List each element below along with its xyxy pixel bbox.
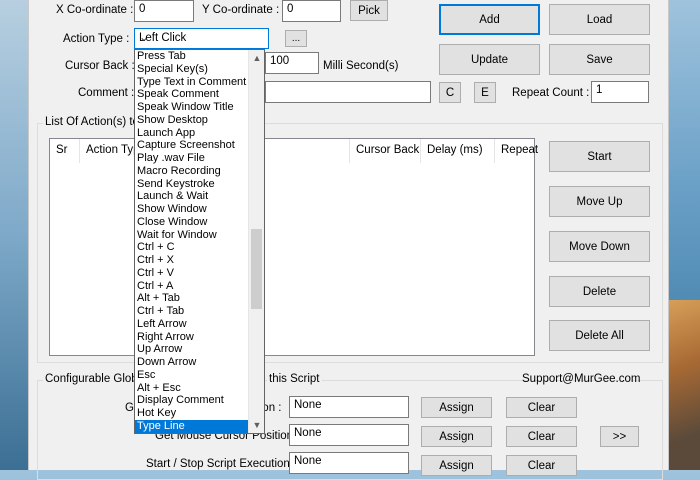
action-type-select[interactable]: Left Click ⌄ [134,28,269,49]
global-hotkeys-group-label-tail: this Script [267,373,322,385]
dropdown-option[interactable]: Speak Comment [135,88,249,101]
global-hotkeys-group-label: Configurable Globa [43,373,147,385]
dropdown-option[interactable]: Ctrl + C [135,241,249,254]
update-button[interactable]: Update [439,44,540,75]
dropdown-option[interactable]: Esc [135,369,249,382]
hotkey-row-3-assign-button[interactable]: Assign [421,455,492,476]
comment-label: Comment : [78,87,135,99]
dropdown-option[interactable]: Speak Window Title [135,101,249,114]
desktop-wallpaper-left [0,0,30,470]
hotkey-row-3-label: Start / Stop Script Execution : [146,458,297,470]
save-button[interactable]: Save [549,44,650,75]
x-coordinate-label: X Co-ordinate : [56,4,134,16]
dropdown-option[interactable]: Launch App [135,127,249,140]
c-button[interactable]: C [439,82,461,103]
delete-button[interactable]: Delete [549,276,650,307]
y-coordinate-label: Y Co-ordinate : [202,4,280,16]
add-button[interactable]: Add [439,4,540,35]
action-type-label: Action Type : [63,33,130,45]
dropdown-option[interactable]: Special Key(s) [135,63,249,76]
dropdown-option[interactable]: Close Window [135,216,249,229]
repeat-count-input[interactable]: 1 [591,81,649,103]
action-list-view[interactable]: Sr Action Typ Cursor Back Delay (ms) Rep… [49,138,538,356]
dropdown-option[interactable]: Ctrl + X [135,254,249,267]
support-email-link[interactable]: Support@MurGee.com [522,373,640,385]
app-window: X Co-ordinate : 0 Y Co-ordinate : 0 Pick… [28,0,669,480]
dropdown-options: Press Tab Special Key(s) Type Text in Comm… [135,50,249,433]
hotkey-row-2-clear-button[interactable]: Clear [506,426,577,447]
dropdown-option[interactable]: Alt + Esc [135,382,249,395]
action-list-group-label: List Of Action(s) to [43,116,141,128]
start-button[interactable]: Start [549,141,650,172]
dropdown-option[interactable]: Capture Screenshot [135,139,249,152]
dropdown-option[interactable]: Launch & Wait [135,190,249,203]
dropdown-option[interactable]: Down Arrow [135,356,249,369]
action-type-dropdown-list[interactable]: Press Tab Special Key(s) Type Text in Comm… [134,49,265,434]
dropdown-option[interactable]: Display Comment [135,394,249,407]
column-header-delay[interactable]: Delay (ms) [421,139,495,163]
move-down-button[interactable]: Move Down [549,231,650,262]
dropdown-option[interactable]: Alt + Tab [135,292,249,305]
dropdown-option[interactable]: Send Keystroke [135,178,249,191]
scroll-down-arrow-icon[interactable]: ▼ [249,417,264,433]
comment-input[interactable] [265,81,431,103]
load-button[interactable]: Load [549,4,650,35]
milliseconds-label: Milli Second(s) [323,60,399,72]
hotkey-row-2-input[interactable]: None [289,424,409,446]
y-coordinate-input[interactable]: 0 [282,0,341,22]
move-up-button[interactable]: Move Up [549,186,650,217]
dropdown-option[interactable]: Type Line [135,419,249,433]
delete-all-button[interactable]: Delete All [549,320,650,351]
scrollbar-thumb[interactable] [251,228,262,309]
dropdown-option[interactable]: Hot Key [135,407,249,420]
hotkey-row-3-clear-button[interactable]: Clear [506,455,577,476]
dropdown-scrollbar[interactable]: ▲ ▼ [248,50,264,433]
more-hotkeys-button[interactable]: >> [600,426,639,447]
dropdown-option[interactable]: Show Window [135,203,249,216]
browse-button[interactable]: ... [285,30,307,47]
hotkey-row-1-input[interactable]: None [289,396,409,418]
dropdown-option[interactable]: Up Arrow [135,343,249,356]
scroll-up-arrow-icon[interactable]: ▲ [249,50,264,66]
chevron-down-icon[interactable]: ⌄ [139,30,264,44]
repeat-count-label: Repeat Count : [512,87,590,99]
dropdown-option[interactable]: Show Desktop [135,114,249,127]
dropdown-option[interactable]: Macro Recording [135,165,249,178]
dropdown-option[interactable]: Wait for Window [135,229,249,242]
pick-button[interactable]: Pick [350,0,388,21]
column-header-repeat[interactable]: Repeat [495,139,538,163]
delay-input[interactable]: 100 [265,52,319,74]
dropdown-option[interactable]: Right Arrow [135,331,249,344]
hotkey-row-1-clear-button[interactable]: Clear [506,397,577,418]
column-header-sr[interactable]: Sr [50,139,80,163]
dropdown-option[interactable]: Ctrl + V [135,267,249,280]
dropdown-option[interactable]: Play .wav File [135,152,249,165]
column-header-cursor-back[interactable]: Cursor Back [350,139,421,163]
dropdown-option[interactable]: Left Arrow [135,318,249,331]
dropdown-option[interactable]: Press Tab [135,50,249,63]
e-button[interactable]: E [474,82,496,103]
dropdown-option[interactable]: Type Text in Comment [135,76,249,89]
dropdown-option[interactable]: Ctrl + A [135,280,249,293]
hotkey-row-2-assign-button[interactable]: Assign [421,426,492,447]
cursor-back-label: Cursor Back : [65,60,135,72]
hotkey-row-1-assign-button[interactable]: Assign [421,397,492,418]
dropdown-option[interactable]: Ctrl + Tab [135,305,249,318]
hotkey-row-3-input[interactable]: None [289,452,409,474]
x-coordinate-input[interactable]: 0 [134,0,194,22]
